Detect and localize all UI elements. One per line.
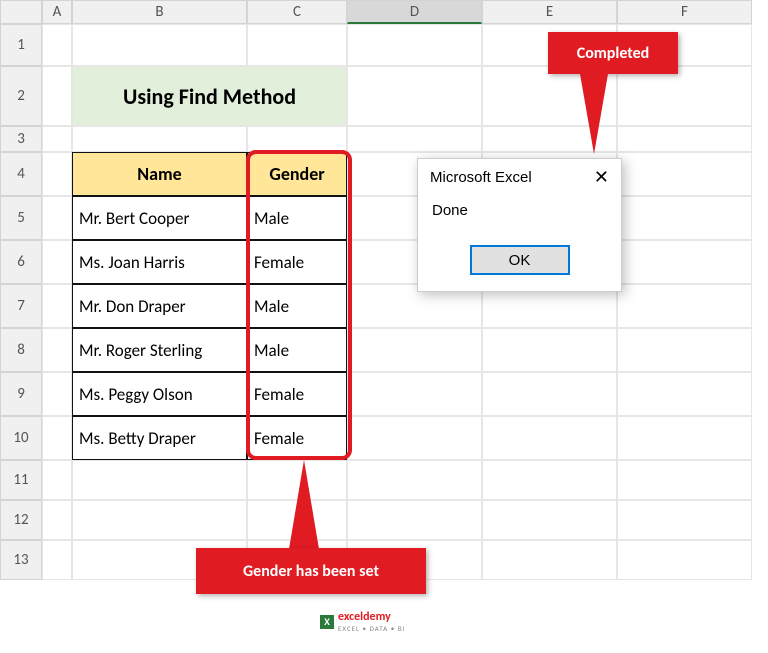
cell-E13[interactable] <box>482 540 617 580</box>
cell-E8[interactable] <box>482 328 617 372</box>
table-row-name[interactable]: Ms. Betty Draper <box>72 416 247 460</box>
row-head-3[interactable]: 3 <box>0 126 42 152</box>
cell-E10[interactable] <box>482 416 617 460</box>
cell-A12[interactable] <box>42 500 72 540</box>
cell-F12[interactable] <box>617 500 752 540</box>
cell-A11[interactable] <box>42 460 72 500</box>
col-head-A[interactable]: A <box>42 0 72 24</box>
watermark-brand: exceldemy <box>338 610 405 624</box>
row-head-1[interactable]: 1 <box>0 24 42 66</box>
message-box: Microsoft Excel ✕ Done OK <box>417 158 622 292</box>
cell-A4[interactable] <box>42 152 72 196</box>
cell-F10[interactable] <box>617 416 752 460</box>
watermark: X exceldemy EXCEL • DATA • BI <box>320 610 405 633</box>
col-head-D[interactable]: D <box>347 0 482 24</box>
row-head-6[interactable]: 6 <box>0 240 42 284</box>
cell-A13[interactable] <box>42 540 72 580</box>
table-row-name[interactable]: Mr. Don Draper <box>72 284 247 328</box>
cell-E11[interactable] <box>482 460 617 500</box>
table-row-gender[interactable]: Female <box>247 416 347 460</box>
cell-A9[interactable] <box>42 372 72 416</box>
cell-D10[interactable] <box>347 416 482 460</box>
cell-A2[interactable] <box>42 66 72 126</box>
row-head-11[interactable]: 11 <box>0 460 42 500</box>
table-row-name[interactable]: Mr. Bert Cooper <box>72 196 247 240</box>
cell-F4[interactable] <box>617 152 752 196</box>
cell-F8[interactable] <box>617 328 752 372</box>
cell-D3[interactable] <box>347 126 482 152</box>
cell-B3[interactable] <box>72 126 247 152</box>
close-icon[interactable]: ✕ <box>594 167 609 188</box>
cell-D8[interactable] <box>347 328 482 372</box>
cell-A8[interactable] <box>42 328 72 372</box>
callout-gender-set: Gender has been set <box>196 548 426 594</box>
dialog-title-text: Microsoft Excel <box>430 169 532 186</box>
cell-A10[interactable] <box>42 416 72 460</box>
cell-B1[interactable] <box>72 24 247 66</box>
row-head-9[interactable]: 9 <box>0 372 42 416</box>
table-row-name[interactable]: Mr. Roger Sterling <box>72 328 247 372</box>
table-row-name[interactable]: Ms. Joan Harris <box>72 240 247 284</box>
table-row-name[interactable]: Ms. Peggy Olson <box>72 372 247 416</box>
cell-F13[interactable] <box>617 540 752 580</box>
table-row-gender[interactable]: Female <box>247 372 347 416</box>
cell-B12[interactable] <box>72 500 247 540</box>
row-head-7[interactable]: 7 <box>0 284 42 328</box>
cell-D1[interactable] <box>347 24 482 66</box>
callout-tail-bottom <box>288 460 320 555</box>
row-head-8[interactable]: 8 <box>0 328 42 372</box>
cell-E9[interactable] <box>482 372 617 416</box>
row-head-2[interactable]: 2 <box>0 66 42 126</box>
callout-tail-top <box>580 74 608 154</box>
cell-F7[interactable] <box>617 284 752 328</box>
cell-C1[interactable] <box>247 24 347 66</box>
table-row-gender[interactable]: Male <box>247 284 347 328</box>
cell-D2[interactable] <box>347 66 482 126</box>
ok-button[interactable]: OK <box>470 245 570 275</box>
cell-A7[interactable] <box>42 284 72 328</box>
title-cell[interactable]: Using Find Method <box>72 66 347 126</box>
row-head-10[interactable]: 10 <box>0 416 42 460</box>
cell-F3[interactable] <box>617 126 752 152</box>
cell-C3[interactable] <box>247 126 347 152</box>
col-head-C[interactable]: C <box>247 0 347 24</box>
cell-F11[interactable] <box>617 460 752 500</box>
row-head-5[interactable]: 5 <box>0 196 42 240</box>
dialog-message: Done <box>418 196 621 235</box>
select-all-corner[interactable] <box>0 0 42 24</box>
cell-A3[interactable] <box>42 126 72 152</box>
spreadsheet-grid: A B C D E F 1 2 Using Find Method 3 4 Na… <box>0 0 752 580</box>
cell-D9[interactable] <box>347 372 482 416</box>
cell-D11[interactable] <box>347 460 482 500</box>
cell-F6[interactable] <box>617 240 752 284</box>
cell-A1[interactable] <box>42 24 72 66</box>
callout-completed: Completed <box>548 32 678 74</box>
cell-D12[interactable] <box>347 500 482 540</box>
cell-E12[interactable] <box>482 500 617 540</box>
table-row-gender[interactable]: Male <box>247 328 347 372</box>
row-head-12[interactable]: 12 <box>0 500 42 540</box>
cell-F2[interactable] <box>617 66 752 126</box>
cell-A5[interactable] <box>42 196 72 240</box>
cell-B11[interactable] <box>72 460 247 500</box>
row-head-4[interactable]: 4 <box>0 152 42 196</box>
row-head-13[interactable]: 13 <box>0 540 42 580</box>
table-row-gender[interactable]: Female <box>247 240 347 284</box>
col-head-E[interactable]: E <box>482 0 617 24</box>
table-header-gender[interactable]: Gender <box>247 152 347 196</box>
cell-F9[interactable] <box>617 372 752 416</box>
cell-F5[interactable] <box>617 196 752 240</box>
col-head-F[interactable]: F <box>617 0 752 24</box>
table-header-name[interactable]: Name <box>72 152 247 196</box>
watermark-tagline: EXCEL • DATA • BI <box>338 624 405 633</box>
cell-A6[interactable] <box>42 240 72 284</box>
col-head-B[interactable]: B <box>72 0 247 24</box>
table-row-gender[interactable]: Male <box>247 196 347 240</box>
excel-logo-icon: X <box>320 615 334 629</box>
